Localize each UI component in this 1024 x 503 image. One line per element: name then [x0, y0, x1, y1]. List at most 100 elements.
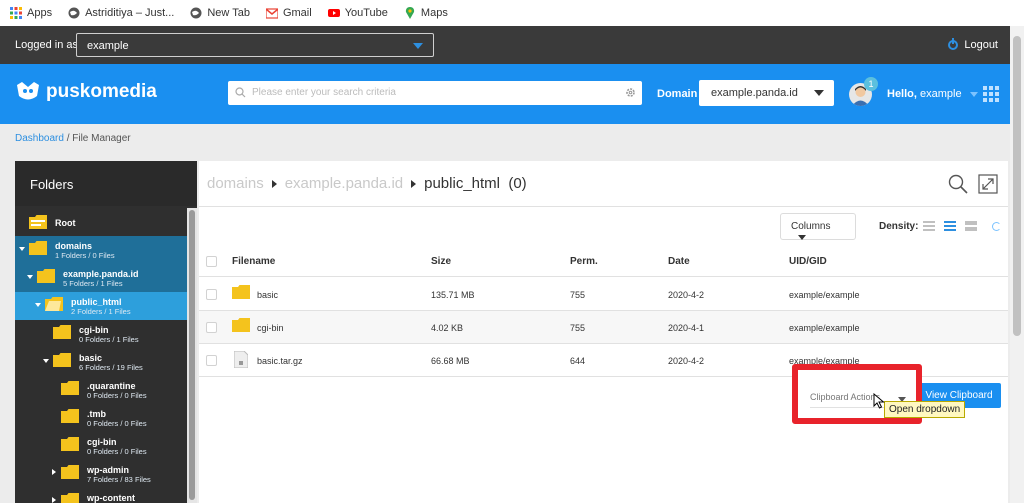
- bookmark-label: Gmail: [282, 7, 312, 19]
- caret-right-icon[interactable]: [52, 469, 56, 475]
- folder-icon: [53, 353, 71, 367]
- tree-node-count: 0 Folders / 0 Files: [87, 419, 147, 428]
- bookmark-gmail[interactable]: Gmail: [265, 7, 312, 19]
- caret-right-icon[interactable]: [52, 497, 56, 503]
- table-row[interactable]: cgi-bin 4.02 KB 755 2020-4-1 example/exa…: [199, 311, 1008, 344]
- folder-tree-scrollbar[interactable]: [187, 208, 197, 503]
- tree-node-count: 0 Folders / 1 Files: [79, 335, 139, 344]
- density-standard-icon[interactable]: [944, 221, 956, 232]
- density-compact-icon[interactable]: [923, 221, 935, 232]
- bookmark-maps[interactable]: Maps: [404, 7, 448, 19]
- col-perm[interactable]: Perm.: [570, 256, 598, 267]
- file-name[interactable]: basic: [257, 290, 278, 300]
- table-row[interactable]: basic 135.71 MB 755 2020-4-2 example/exa…: [199, 278, 1008, 311]
- caret-down-icon[interactable]: [27, 275, 33, 279]
- brand-logo[interactable]: puskomedia: [16, 81, 157, 103]
- path-segment-domain[interactable]: example.panda.id: [285, 175, 403, 192]
- folder-tree: Root domains 1 Folders / 0 Files example…: [15, 208, 187, 503]
- user-menu[interactable]: Hello, example: [887, 88, 978, 100]
- breadcrumb-dashboard-link[interactable]: Dashboard: [15, 133, 64, 144]
- domain-select[interactable]: example.panda.id: [699, 80, 834, 106]
- scrollbar-thumb[interactable]: [1013, 36, 1021, 336]
- tree-node-wp-content[interactable]: wp-content: [15, 488, 187, 503]
- caret-down-icon[interactable]: [43, 359, 49, 363]
- bookmark-label: Apps: [27, 7, 53, 19]
- tree-node-tmb[interactable]: .tmb 0 Folders / 0 Files: [15, 404, 187, 432]
- path-current: public_html: [424, 175, 500, 192]
- search-box[interactable]: [228, 81, 642, 105]
- col-filename[interactable]: Filename: [232, 256, 275, 267]
- row-checkbox[interactable]: [206, 322, 217, 333]
- row-checkbox[interactable]: [206, 289, 217, 300]
- bookmark-new-tab[interactable]: New Tab: [190, 7, 250, 19]
- col-uid[interactable]: UID/GID: [789, 256, 827, 267]
- columns-button[interactable]: Columns: [780, 213, 856, 240]
- file-name[interactable]: cgi-bin: [257, 323, 284, 333]
- bookmark-apps[interactable]: Apps: [10, 7, 52, 19]
- tree-node-label: basic: [79, 353, 103, 363]
- scrollbar-thumb[interactable]: [189, 210, 195, 500]
- bookmark-astriditiya[interactable]: Astriditiya – Just...: [68, 7, 174, 19]
- notification-badge[interactable]: 1: [864, 77, 878, 91]
- page-scrollbar[interactable]: [1010, 26, 1024, 503]
- file-name[interactable]: basic.tar.gz: [257, 356, 303, 366]
- table-header: Filename Size Perm. Date UID/GID: [199, 245, 1008, 277]
- path-breadcrumb: domains example.panda.id public_html (0): [199, 161, 1008, 207]
- file-perm: 755: [570, 290, 586, 300]
- folder-open-icon: [45, 297, 63, 311]
- folder-icon: [61, 437, 79, 451]
- path-segment-domains[interactable]: domains: [207, 175, 264, 192]
- bookmark-label: New Tab: [207, 7, 250, 19]
- archive-file-icon: [234, 351, 248, 368]
- tree-node-label: domains: [55, 241, 93, 251]
- tree-node-count: 1 Folders / 0 Files: [55, 251, 115, 260]
- bookmark-youtube[interactable]: YouTube: [327, 7, 388, 19]
- tree-node-example-panda-id[interactable]: example.panda.id 5 Folders / 1 Files: [15, 264, 187, 292]
- file-uid: example/example: [789, 323, 860, 333]
- file-date: 2020-4-1: [668, 323, 705, 333]
- tree-node-public-html[interactable]: public_html 2 Folders / 1 Files: [15, 292, 187, 320]
- power-icon: [948, 38, 959, 50]
- tree-node-basic[interactable]: basic 6 Folders / 19 Files: [15, 348, 187, 376]
- path-count: (0): [508, 175, 527, 192]
- logged-in-label: Logged in as: [15, 39, 78, 51]
- user-select[interactable]: example: [76, 33, 434, 57]
- tree-node-domains[interactable]: domains 1 Folders / 0 Files: [15, 236, 187, 264]
- domain-select-value: example.panda.id: [711, 87, 798, 99]
- logout-link[interactable]: Logout: [948, 38, 998, 51]
- tree-node-label: cgi-bin: [79, 325, 109, 335]
- hello-prefix: Hello,: [887, 88, 917, 100]
- bookmarks-bar: Apps Astriditiya – Just... New Tab Gmail…: [0, 0, 1024, 26]
- select-all-checkbox[interactable]: [206, 256, 217, 267]
- mouse-cursor-icon: [873, 393, 885, 409]
- chevron-down-icon: [969, 91, 978, 97]
- density-comfortable-icon[interactable]: [965, 221, 977, 232]
- search-input[interactable]: [252, 81, 612, 103]
- expand-icon[interactable]: [978, 174, 998, 194]
- tree-node-count: 2 Folders / 1 Files: [71, 307, 131, 316]
- tree-node-count: 5 Folders / 1 Files: [63, 279, 123, 288]
- globe-icon: [68, 7, 80, 19]
- login-bar: Logged in as example Logout: [0, 26, 1010, 64]
- tree-node-cgi-bin-2[interactable]: cgi-bin 0 Folders / 0 Files: [15, 432, 187, 460]
- tree-node-label: Root: [55, 218, 76, 228]
- refresh-icon[interactable]: [992, 222, 1001, 231]
- caret-down-icon[interactable]: [19, 247, 25, 251]
- col-date[interactable]: Date: [668, 256, 690, 267]
- folder-icon: [61, 493, 79, 503]
- search-icon[interactable]: [948, 174, 968, 194]
- tree-node-wp-admin[interactable]: wp-admin 7 Folders / 83 Files: [15, 460, 187, 488]
- youtube-icon: [327, 9, 340, 17]
- tree-node-label: .tmb: [87, 409, 106, 419]
- row-checkbox[interactable]: [206, 355, 217, 366]
- col-size[interactable]: Size: [431, 256, 451, 267]
- caret-down-icon[interactable]: [35, 303, 41, 307]
- tree-node-cgi-bin[interactable]: cgi-bin 0 Folders / 1 Files: [15, 320, 187, 348]
- apps-grid-icon[interactable]: [983, 86, 999, 102]
- folder-icon: [29, 215, 47, 229]
- tree-node-quarantine[interactable]: .quarantine 0 Folders / 0 Files: [15, 376, 187, 404]
- tree-node-label: wp-content: [87, 493, 135, 503]
- hello-user: example: [920, 88, 962, 100]
- gear-icon[interactable]: [625, 87, 636, 98]
- tree-node-root[interactable]: Root: [15, 208, 187, 236]
